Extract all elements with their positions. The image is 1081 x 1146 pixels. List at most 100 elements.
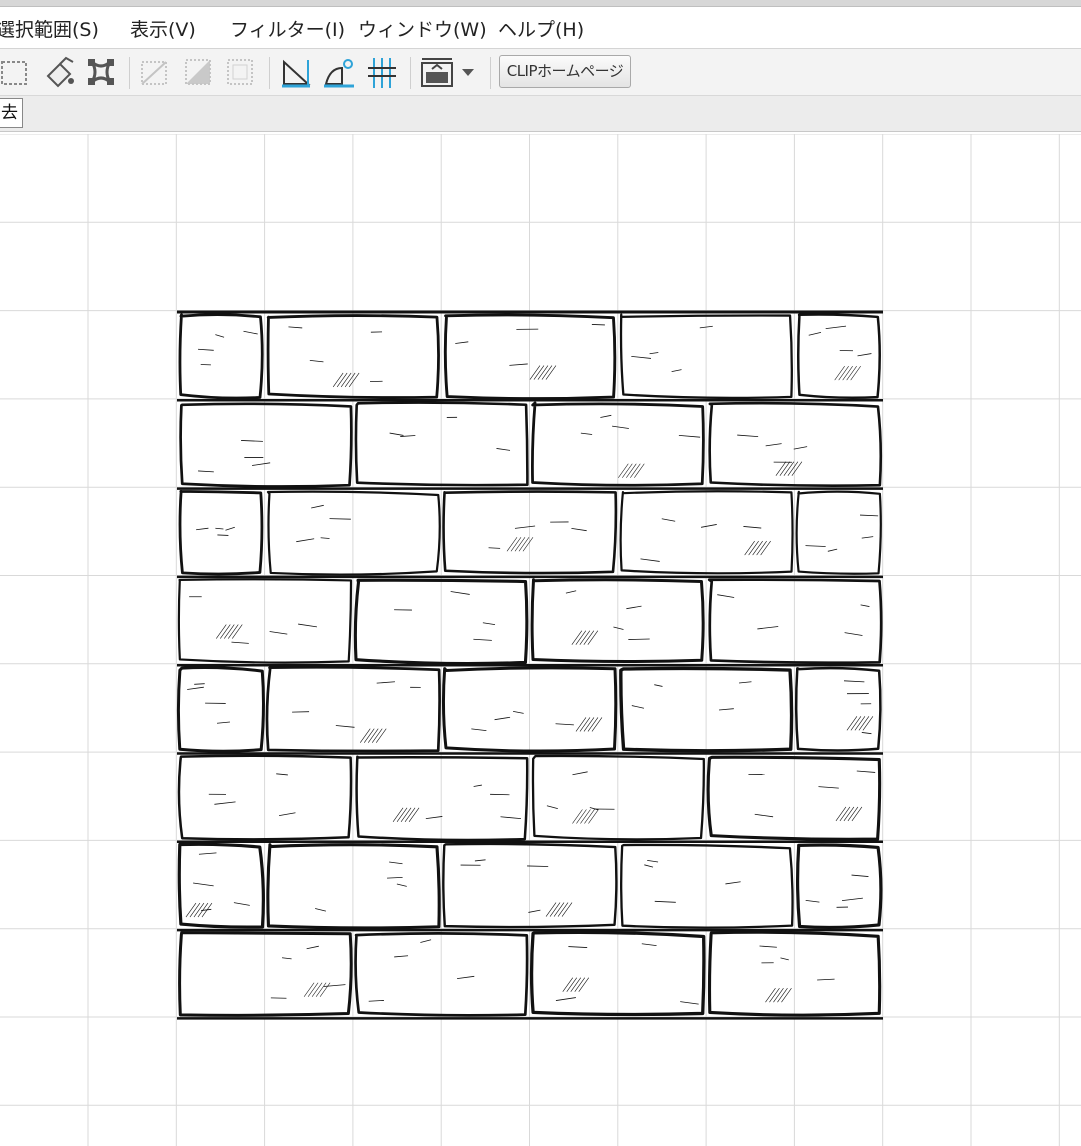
brick-texture-stroke [613, 626, 624, 630]
brick-hatch [363, 728, 375, 743]
transform-icon[interactable] [82, 54, 120, 90]
brick-hatch [588, 809, 599, 824]
brick-hatch [583, 717, 595, 732]
brick [266, 490, 441, 576]
menu-help[interactable]: ヘルプ(H) [498, 15, 584, 42]
brick-texture-stroke [276, 773, 288, 776]
brick-hatch [591, 717, 603, 732]
brick-hatch [545, 902, 557, 917]
brick-texture-stroke [640, 558, 660, 562]
dropdown-arrow-icon[interactable] [456, 54, 480, 90]
brick-hatch [408, 807, 420, 823]
brick [266, 843, 441, 930]
brick-hatch [791, 461, 803, 476]
brick-texture-stroke [494, 716, 511, 721]
brick-texture-stroke [279, 812, 296, 816]
brick-texture-stroke [571, 527, 587, 532]
brick-hatch [775, 461, 787, 476]
fill-bucket-icon[interactable] [40, 54, 78, 90]
brick-texture-stroke [743, 526, 762, 529]
menu-selection[interactable]: 選択範囲(S) [0, 15, 99, 42]
toolbar-separator [410, 57, 411, 89]
brick-hatch [846, 716, 858, 731]
brick-hatch [575, 717, 587, 732]
brick-hatch [220, 624, 231, 639]
brick-texture-stroke [641, 943, 657, 947]
brick-hatch [765, 988, 776, 1003]
brick-hatch [404, 807, 416, 823]
brick-hatch [533, 365, 545, 380]
brick-texture-stroke [269, 631, 288, 635]
brick-hatch [579, 630, 591, 645]
brick-texture-stroke [368, 1000, 384, 1002]
brick-texture-stroke [725, 881, 741, 885]
brick-hatch [579, 717, 591, 732]
brick-texture-stroke [425, 816, 443, 820]
brick-hatch [510, 537, 522, 552]
brick-texture-stroke [335, 725, 355, 728]
brick-texture-stroke [565, 590, 577, 594]
brick-texture-stroke [187, 686, 204, 690]
menu-filter[interactable]: フィルター(I) [230, 15, 345, 42]
selection-tool-icon[interactable] [0, 54, 32, 90]
brick-texture-stroke [654, 900, 676, 903]
brick-texture-stroke [805, 545, 826, 547]
brick-hatch [518, 537, 530, 552]
brick-texture-stroke [580, 432, 593, 435]
drawing-canvas[interactable] [0, 134, 1081, 1146]
brick-hatch [748, 540, 759, 556]
brick-texture-stroke [861, 536, 874, 539]
toolbar-separator [490, 57, 491, 89]
brick-texture-stroke [473, 638, 492, 641]
ruler-shade-disabled-icon[interactable] [180, 54, 218, 90]
brick-hatch [566, 977, 578, 992]
brick-hatch [185, 902, 197, 918]
brick-hatch [773, 988, 784, 1003]
brick-texture-stroke [233, 902, 250, 906]
brick-hatch [834, 365, 845, 381]
brick-texture-stroke [546, 805, 558, 810]
brick-hatch [626, 463, 637, 478]
brick-texture-stroke [455, 341, 469, 344]
brick-texture-stroke [315, 908, 326, 912]
brick-texture-stroke [555, 723, 574, 726]
clip-homepage-button[interactable]: CLIPホームページ [499, 55, 631, 88]
screen-layout-icon[interactable] [418, 54, 456, 90]
brick-texture-stroke [288, 326, 303, 329]
ruler-disabled-icon[interactable] [136, 54, 174, 90]
straight-ruler-icon[interactable] [278, 54, 316, 90]
brick-hatch [562, 977, 574, 992]
brick-hatch [583, 630, 595, 645]
curve-ruler-icon[interactable] [320, 54, 358, 90]
brick-hatch [514, 537, 526, 552]
brick-texture-stroke [591, 324, 605, 326]
brick-texture-stroke [680, 1001, 699, 1005]
brick-texture-stroke [844, 632, 863, 636]
brick-texture-stroke [298, 623, 317, 628]
brick-texture-stroke [231, 641, 249, 644]
perspective-ruler-icon[interactable] [362, 54, 400, 90]
brick-texture-stroke [311, 504, 324, 509]
brick-texture-stroke [456, 975, 475, 980]
brick [178, 313, 264, 400]
brick-hatch [760, 540, 771, 556]
menu-window[interactable]: ウィンドウ(W) [358, 15, 487, 42]
brick-texture-stroke [225, 526, 235, 531]
brick-texture-stroke [600, 414, 612, 418]
brick-hatch [587, 717, 599, 732]
brick-texture-stroke [296, 538, 315, 543]
brick-hatch [522, 537, 534, 552]
brick-hatch [553, 902, 565, 917]
menu-view[interactable]: 表示(V) [130, 15, 196, 42]
brick-texture-stroke [243, 330, 258, 335]
tooltip: 去 [0, 98, 23, 128]
brick-hatch [307, 982, 319, 997]
brick-hatch [622, 463, 633, 478]
brick-hatch [580, 809, 591, 824]
brick-texture-stroke [488, 547, 501, 549]
brick-hatch [744, 540, 755, 556]
grid-disabled-icon[interactable] [222, 54, 260, 90]
brick [708, 401, 883, 487]
brick-texture-stroke [215, 334, 225, 338]
brick-hatch [549, 902, 561, 917]
